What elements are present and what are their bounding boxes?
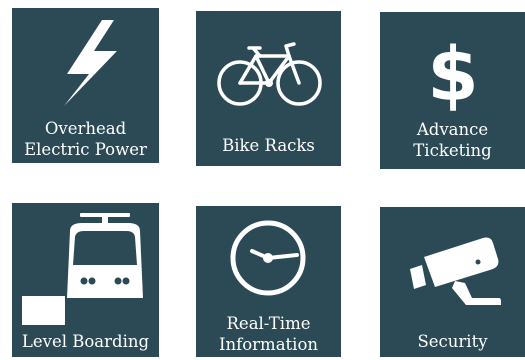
- tile-label: Bike Racks: [196, 135, 341, 156]
- tile-level-boarding: Level Boarding: [12, 203, 159, 357]
- tile-label-line-1: Real-Time: [226, 314, 311, 333]
- tile-label-line-1: Level Boarding: [21, 332, 150, 351]
- tile-label: Overhead Electric Power: [12, 118, 159, 160]
- tile-bike-racks: Bike Racks: [196, 11, 341, 166]
- tile-security: Security: [380, 207, 525, 357]
- tile-label: Level Boarding: [12, 331, 159, 352]
- tile-label-line-1: Overhead: [44, 119, 127, 138]
- tile-label-line-1: Bike Racks: [222, 136, 315, 155]
- svg-text:$: $: [427, 32, 479, 118]
- tile-label-line-1: Security: [417, 332, 488, 351]
- tile-label-line-1: Advance: [416, 120, 489, 139]
- tile-label-line-2: Ticketing: [413, 141, 492, 160]
- tile-label-line-2: Information: [218, 335, 319, 354]
- tile-label-line-2: Electric Power: [24, 140, 147, 159]
- tile-label: Advance Ticketing: [380, 119, 525, 161]
- tile-advance-ticketing: $ Advance Ticketing: [380, 12, 525, 169]
- level-platform-block: [22, 296, 65, 325]
- tile-overhead-electric-power: Overhead Electric Power: [12, 8, 159, 163]
- tile-label: Real-Time Information: [196, 313, 341, 355]
- tile-real-time-information: Real-Time Information: [196, 206, 341, 357]
- tile-label: Security: [380, 331, 525, 352]
